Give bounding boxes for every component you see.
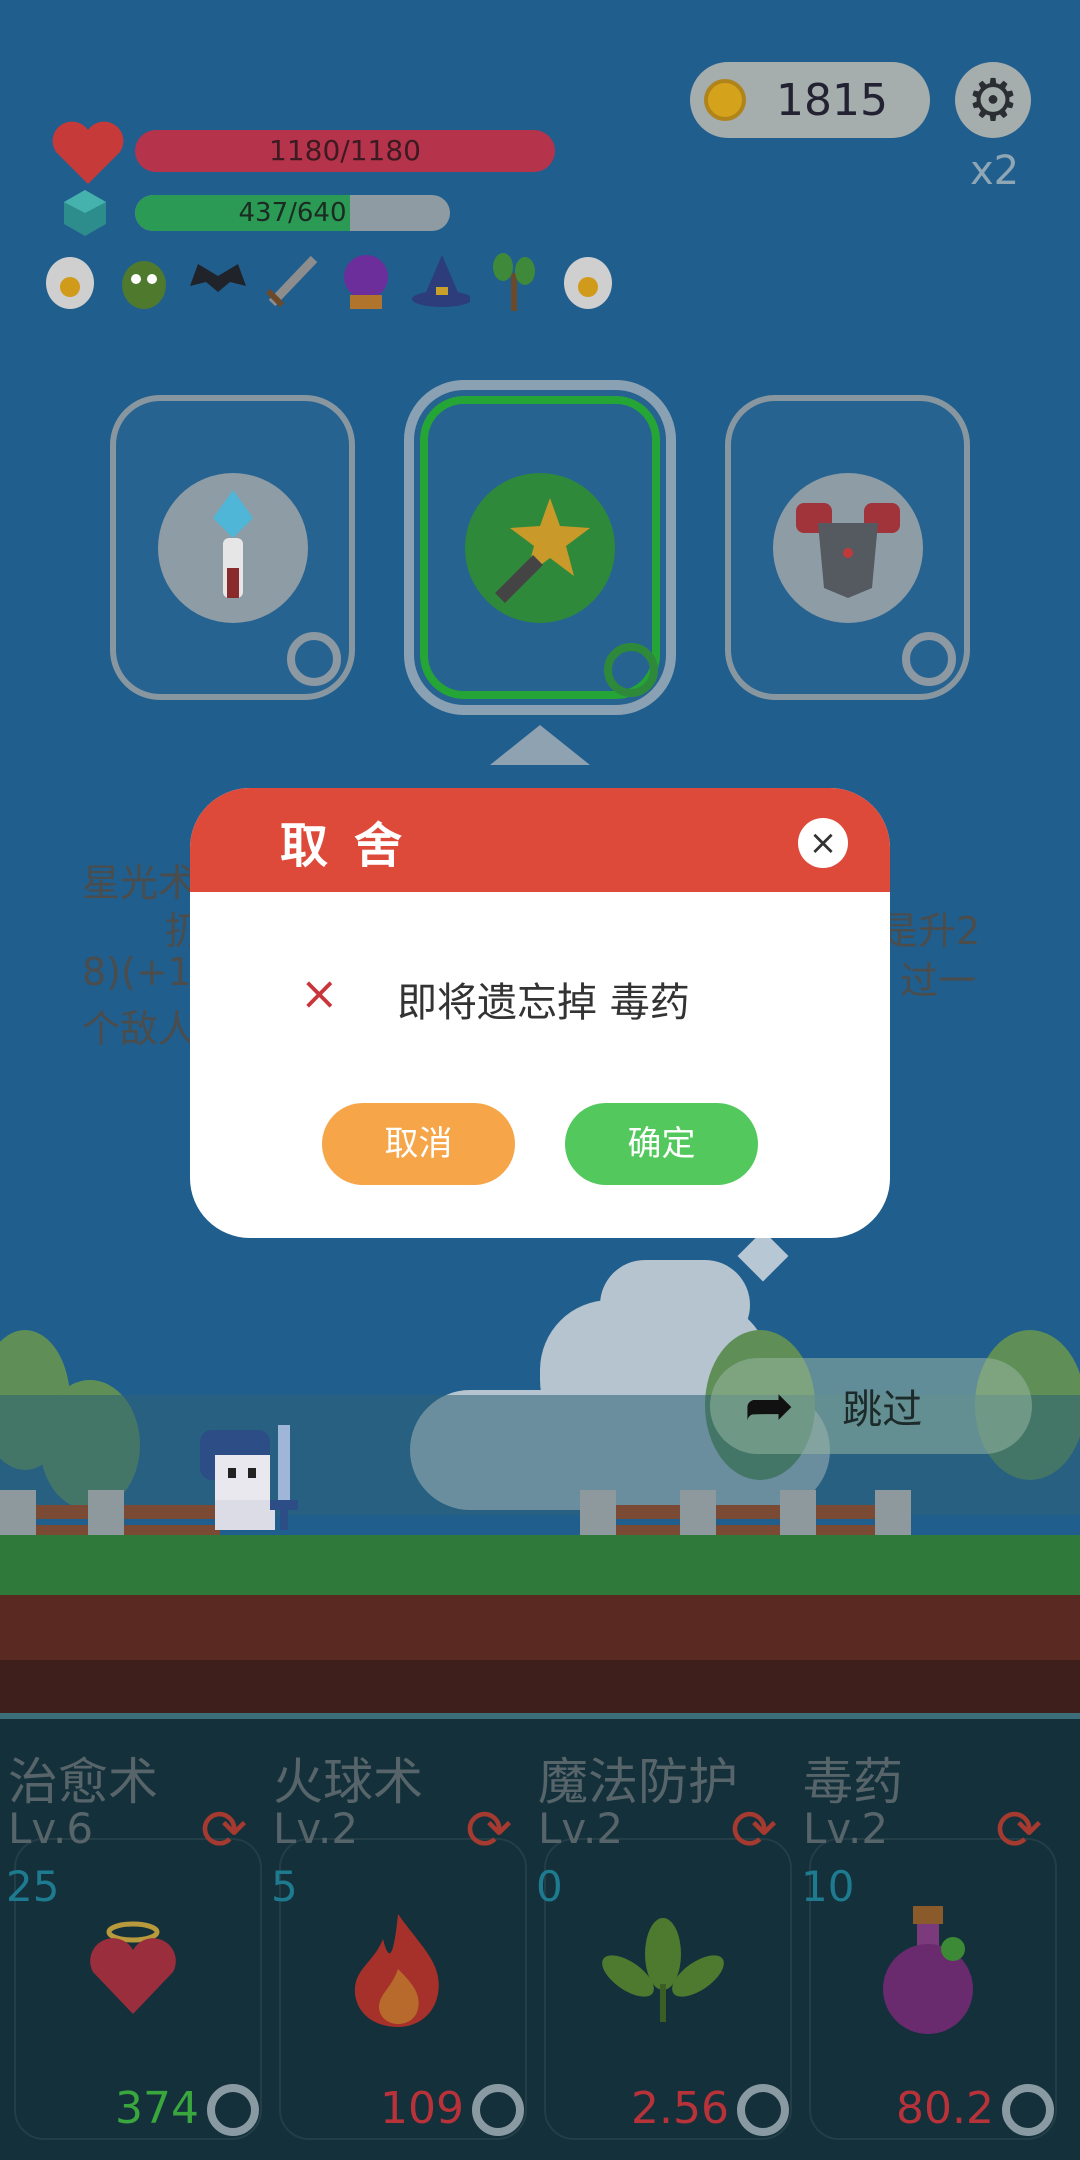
crystal-ball-icon[interactable] (336, 248, 396, 314)
description-line: 个敌人 (82, 1007, 197, 1051)
wizard-hat-icon[interactable] (410, 248, 470, 314)
settings-gear-icon[interactable]: ⚙ (955, 62, 1031, 138)
hp-bar: 1180/1180 (135, 130, 555, 172)
reroll-icon[interactable] (902, 632, 956, 686)
skill-value: 80.2 (896, 2083, 994, 2134)
dirt-ground-dark (0, 1660, 1080, 1715)
skill-level: Lv.6 (8, 1804, 94, 1853)
poison-potion-icon (873, 1904, 983, 2060)
skill-count: 0 (536, 1862, 563, 1911)
ice-staff-icon (157, 472, 308, 623)
coin-counter: 1815 (690, 62, 930, 138)
xp-text: 437/640 (238, 198, 347, 228)
heart-halo-icon (73, 1914, 193, 2050)
refresh-icon[interactable]: ⟳ (460, 1802, 518, 1860)
fence (600, 1525, 900, 1535)
hp-text: 1180/1180 (269, 134, 421, 167)
buff-icon-row (40, 248, 618, 314)
skip-button[interactable]: ➦ 跳过 (710, 1358, 1032, 1454)
skill-choice-card[interactable] (110, 395, 355, 700)
description-line: 星光术 (82, 861, 197, 905)
stone-post (88, 1490, 124, 1535)
sword-icon[interactable] (262, 248, 322, 314)
dialog-title: 取舍 (280, 818, 429, 874)
skill-choice-card-selected[interactable] (404, 380, 676, 715)
skill-value: 2.56 (631, 2083, 729, 2134)
armor-icon (772, 472, 923, 623)
coin-amount: 1815 (776, 74, 888, 126)
slime-icon[interactable] (114, 248, 174, 314)
egg-icon[interactable] (558, 248, 618, 314)
sky-background (0, 0, 1080, 1560)
skip-label: 跳过 (842, 1387, 923, 1433)
upgrade-spin-icon[interactable] (1002, 2084, 1054, 2136)
close-icon[interactable]: × (798, 818, 848, 868)
speed-multiplier[interactable]: x2 (970, 148, 1019, 194)
skill-count: 25 (6, 1862, 60, 1911)
description-line: 8)(+1 (82, 950, 192, 994)
stone-post (680, 1490, 716, 1535)
stone-post (875, 1490, 911, 1535)
coin-icon (704, 79, 746, 121)
skill-slot-fireball[interactable]: 火球术 Lv.2 ⟳ 5 109 (265, 1742, 530, 2142)
confirm-button[interactable]: 确定 (565, 1103, 758, 1185)
selection-pointer (490, 725, 590, 765)
skill-value: 109 (380, 2083, 464, 2134)
skill-slot-poison[interactable]: 毒药 Lv.2 ⟳ 10 80.2 (795, 1742, 1060, 2142)
skill-slot-magic-protection[interactable]: 魔法防护 Lv.2 ⟳ 0 2.56 (530, 1742, 795, 2142)
description-fragment: 8)(+1 (82, 950, 192, 994)
stone-post (580, 1490, 616, 1535)
skill-level: Lv.2 (803, 1804, 889, 1853)
upgrade-spin-icon[interactable] (737, 2084, 789, 2136)
dialog-message: 即将遗忘掉 毒药 (397, 980, 690, 1026)
forget-skill-dialog: 取舍 × × 即将遗忘掉 毒药 取消 确定 (190, 788, 890, 1238)
forget-x-icon: × (300, 966, 339, 1020)
xp-bar: 437/640 (135, 195, 450, 231)
skill-count: 5 (271, 1862, 298, 1911)
skill-level: Lv.2 (538, 1804, 624, 1853)
fence (600, 1505, 900, 1519)
hero-knight-icon (200, 1425, 298, 1530)
description-line: 过一 (900, 959, 977, 1003)
leaf-icon (598, 1914, 728, 2050)
stone-post (0, 1490, 36, 1535)
refresh-icon[interactable]: ⟳ (195, 1802, 253, 1860)
skill-count: 10 (801, 1862, 855, 1911)
cancel-button[interactable]: 取消 (322, 1103, 515, 1185)
skill-level: Lv.2 (273, 1804, 359, 1853)
description-line: 是升2 (880, 909, 981, 953)
skill-slot-heal[interactable]: 治愈术 Lv.6 ⟳ 25 374 (0, 1742, 265, 2142)
skill-choice-card[interactable] (725, 395, 970, 700)
fire-icon (343, 1909, 453, 2055)
skip-arrow-icon: ➦ (744, 1371, 795, 1441)
upgrade-spin-icon[interactable] (207, 2084, 259, 2136)
star-wand-icon (465, 472, 615, 623)
upgrade-spin-icon[interactable] (472, 2084, 524, 2136)
panel-divider (0, 1713, 1080, 1719)
skill-value: 374 (115, 2083, 199, 2134)
experience-gem-icon (64, 190, 106, 236)
reroll-icon[interactable] (287, 632, 341, 686)
refresh-icon[interactable]: ⟳ (725, 1802, 783, 1860)
grass-ground (0, 1535, 1080, 1595)
reroll-icon[interactable] (604, 643, 658, 697)
egg-icon[interactable] (40, 248, 100, 314)
stone-post (780, 1490, 816, 1535)
heart-icon (52, 121, 124, 184)
sapling-icon[interactable] (484, 248, 544, 314)
cloud (600, 1260, 750, 1350)
bat-icon[interactable] (188, 248, 248, 314)
refresh-icon[interactable]: ⟳ (990, 1802, 1048, 1860)
